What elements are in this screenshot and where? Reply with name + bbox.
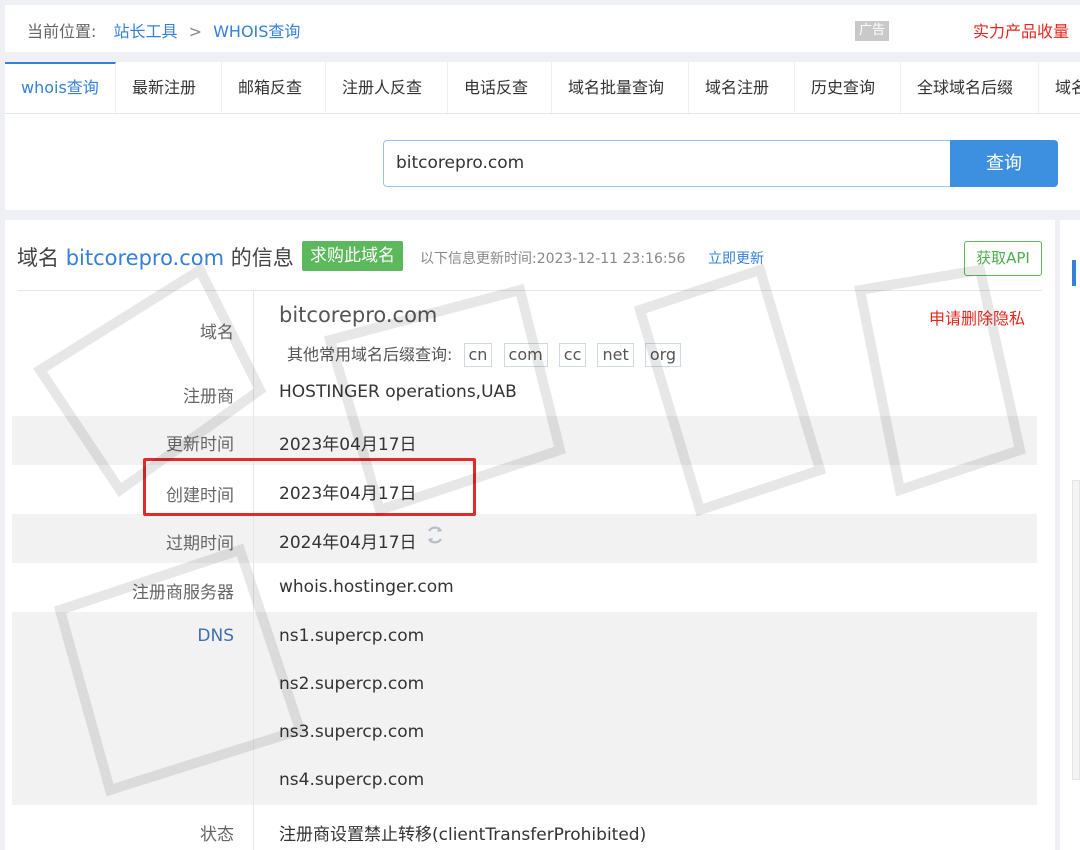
- status-label: 状态: [200, 825, 234, 845]
- promo-link[interactable]: 实力产品收量: [973, 18, 1069, 42]
- update-now-link[interactable]: 立即更新: [708, 248, 764, 268]
- dns-value: ns3.supercp.com: [279, 722, 425, 742]
- suffix-com[interactable]: com: [503, 343, 548, 367]
- server-value: whois.hostinger.com: [279, 577, 454, 597]
- registrar-value: HOSTINGER operations,UAB: [279, 382, 517, 402]
- breadcrumb-item-tools[interactable]: 站长工具: [114, 22, 178, 41]
- update-time-text: 以下信息更新时间:2023-12-11 23:16:56: [420, 251, 686, 267]
- tab-global-suffix[interactable]: 全球域名后缀: [901, 62, 1039, 113]
- search-button[interactable]: 查询: [950, 140, 1058, 187]
- row-whois-server: 注册商服务器 whois.hostinger.com: [12, 563, 1037, 612]
- tab-registrant-reverse[interactable]: 注册人反查: [326, 62, 448, 113]
- info-title-domain: bitcorepro.com: [65, 246, 225, 270]
- status-value: 注册商设置禁止转移(clientTransferProhibited): [279, 825, 647, 845]
- tab-domain-register[interactable]: 域名注册: [689, 62, 795, 113]
- tool-panel: whois查询 最新注册 邮箱反查 注册人反查 电话反查 域名批量查询 域名注册…: [5, 62, 1080, 210]
- updated-label: 更新时间: [166, 435, 234, 455]
- breadcrumb-separator: >: [188, 22, 203, 41]
- dns-value: ns1.supercp.com: [279, 626, 425, 646]
- dns-value: ns4.supercp.com: [279, 770, 425, 790]
- row-dns: DNS ns1.supercp.com ns2.supercp.com ns3.…: [12, 612, 1037, 805]
- tab-batch-query[interactable]: 域名批量查询: [552, 62, 689, 113]
- registrar-label: 注册商: [183, 387, 234, 407]
- suffix-net[interactable]: net: [597, 343, 634, 367]
- expires-label: 过期时间: [166, 534, 234, 554]
- created-date-highlight: [143, 458, 476, 516]
- refresh-icon[interactable]: [425, 525, 445, 545]
- tab-bar: whois查询 最新注册 邮箱反查 注册人反查 电话反查 域名批量查询 域名注册…: [5, 62, 1080, 114]
- tab-email-reverse[interactable]: 邮箱反查: [222, 62, 326, 113]
- info-title-suffix: 的信息: [230, 246, 294, 270]
- server-label: 注册商服务器: [132, 583, 234, 603]
- sidebar-scroll-area: [1072, 480, 1080, 780]
- suffix-query: 其他常用域名后缀查询: cn com cc net org: [287, 341, 682, 367]
- top-bar: 当前位置: 站长工具 > WHOIS查询 广告 实力产品收量: [5, 5, 1080, 52]
- search-input[interactable]: bitcorepro.com: [383, 140, 951, 187]
- updated-value: 2023年04月17日: [279, 435, 417, 455]
- ad-badge: 广告: [855, 21, 889, 41]
- dns-value: ns2.supercp.com: [279, 674, 425, 694]
- suffix-org[interactable]: org: [644, 343, 682, 367]
- sidebar-accent: [1072, 260, 1076, 286]
- suffix-cn[interactable]: cn: [463, 343, 493, 367]
- breadcrumb-item-whois[interactable]: WHOIS查询: [213, 22, 300, 41]
- tab-history[interactable]: 历史查询: [795, 62, 901, 113]
- tab-whois[interactable]: whois查询: [5, 62, 116, 113]
- domain-value: bitcorepro.com: [279, 303, 438, 327]
- tab-latest-registered[interactable]: 最新注册: [116, 62, 222, 113]
- breadcrumb: 当前位置: 站长工具 > WHOIS查询: [27, 18, 300, 42]
- info-title: 域名 bitcorepro.com 的信息: [17, 246, 294, 270]
- domain-label: 域名: [200, 323, 234, 343]
- row-registrar: 注册商 HOSTINGER operations,UAB: [12, 371, 1037, 416]
- right-sidebar: [1060, 220, 1080, 850]
- remove-privacy-link[interactable]: 申请删除隐私: [929, 305, 1025, 329]
- expires-value: 2024年04月17日: [279, 533, 417, 553]
- buy-domain-button[interactable]: 求购此域名: [302, 241, 403, 271]
- suffix-cc[interactable]: cc: [558, 343, 587, 367]
- column-divider: [253, 290, 254, 850]
- dns-label: DNS: [197, 626, 234, 646]
- breadcrumb-prefix: 当前位置:: [27, 22, 97, 41]
- row-expires: 过期时间 2024年04月17日: [12, 514, 1037, 563]
- suffix-prompt: 其他常用域名后缀查询:: [287, 345, 453, 364]
- get-api-button[interactable]: 获取API: [964, 241, 1042, 276]
- row-status: 状态 注册商设置禁止转移(clientTransferProhibited): [12, 805, 1037, 850]
- info-title-prefix: 域名: [17, 246, 59, 270]
- info-header: 域名 bitcorepro.com 的信息: [17, 242, 294, 272]
- tab-phone-reverse[interactable]: 电话反查: [448, 62, 552, 113]
- tab-more[interactable]: 域名: [1039, 62, 1080, 113]
